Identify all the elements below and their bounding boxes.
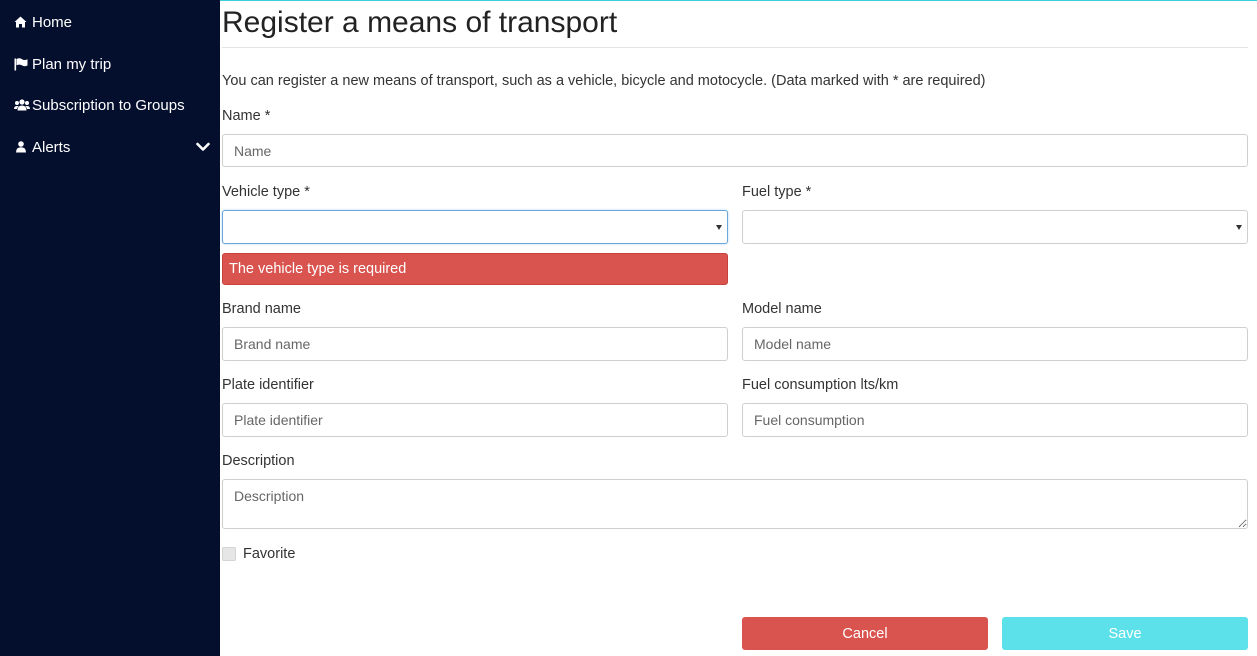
vehicle-type-label: Vehicle type * [222,184,310,200]
sidebar-item-label: Alerts [32,138,71,156]
users-icon [14,98,32,112]
fuel-consumption-input[interactable] [742,403,1248,437]
plate-identifier-label: Plate identifier [222,377,314,393]
intro-text: You can register a new means of transpor… [222,73,986,89]
name-label: Name * [222,108,271,124]
model-name-label: Model name [742,301,822,317]
sidebar-item-label: Plan my trip [32,55,112,73]
brand-name-input[interactable] [222,327,728,361]
top-accent-line [220,0,1257,1]
page-title: Register a means of transport [222,6,618,39]
save-button[interactable]: Save [1002,617,1248,650]
brand-name-label: Brand name [222,301,301,317]
user-icon [16,140,32,154]
sidebar-item-label: Subscription to Groups [32,96,185,114]
vehicle-type-select[interactable] [222,210,728,244]
favorite-label: Favorite [243,546,296,562]
flag-icon [14,57,32,71]
name-input[interactable] [222,134,1248,167]
plate-identifier-input[interactable] [222,403,728,437]
home-icon [14,15,32,29]
model-name-input[interactable] [742,327,1248,361]
sidebar-item-alerts[interactable]: Alerts [0,136,220,158]
caret-down-icon [716,225,722,230]
fuel-type-label: Fuel type * [742,184,812,200]
title-divider [222,47,1248,48]
cancel-button[interactable]: Cancel [742,617,988,650]
sidebar-item-plan-my-trip[interactable]: Plan my trip [0,53,220,75]
description-label: Description [222,453,295,469]
sidebar: Home Plan my trip Subscription to Groups… [0,0,220,656]
sidebar-item-label: Home [32,13,73,31]
vehicle-type-error: The vehicle type is required [222,253,728,285]
fuel-type-select[interactable] [742,210,1248,244]
description-textarea[interactable] [222,479,1248,529]
fuel-consumption-label: Fuel consumption lts/km [742,377,899,393]
favorite-checkbox[interactable] [222,547,236,561]
chevron-down-icon[interactable] [196,140,210,154]
sidebar-item-subscription-to-groups[interactable]: Subscription to Groups [0,94,220,116]
caret-down-icon [1236,225,1242,230]
sidebar-item-home[interactable]: Home [0,11,220,33]
